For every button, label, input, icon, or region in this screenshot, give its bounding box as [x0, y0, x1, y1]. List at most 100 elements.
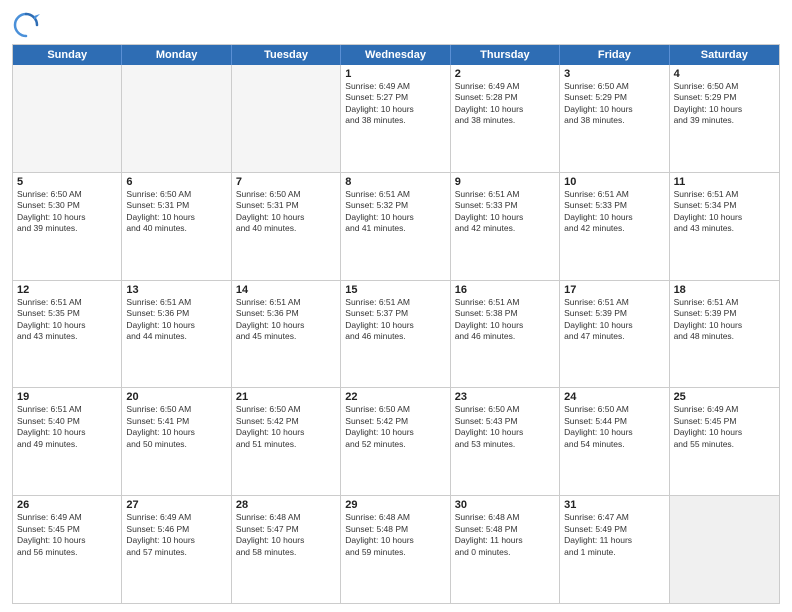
calendar-header-thursday: Thursday: [451, 45, 560, 65]
day-number: 10: [564, 176, 664, 188]
cell-content: Sunrise: 6:50 AM Sunset: 5:29 PM Dayligh…: [564, 81, 664, 127]
calendar-header-saturday: Saturday: [670, 45, 779, 65]
calendar-cell-day-8: 8Sunrise: 6:51 AM Sunset: 5:32 PM Daylig…: [341, 173, 450, 280]
calendar: SundayMondayTuesdayWednesdayThursdayFrid…: [12, 44, 780, 604]
cell-content: Sunrise: 6:51 AM Sunset: 5:33 PM Dayligh…: [564, 189, 664, 235]
cell-content: Sunrise: 6:51 AM Sunset: 5:38 PM Dayligh…: [455, 297, 555, 343]
calendar-cell-day-5: 5Sunrise: 6:50 AM Sunset: 5:30 PM Daylig…: [13, 173, 122, 280]
logo-icon: [12, 10, 40, 38]
day-number: 3: [564, 68, 664, 80]
calendar-cell-day-4: 4Sunrise: 6:50 AM Sunset: 5:29 PM Daylig…: [670, 65, 779, 172]
cell-content: Sunrise: 6:51 AM Sunset: 5:36 PM Dayligh…: [236, 297, 336, 343]
cell-content: Sunrise: 6:49 AM Sunset: 5:45 PM Dayligh…: [17, 512, 117, 558]
day-number: 26: [17, 499, 117, 511]
calendar-cell-day-26: 26Sunrise: 6:49 AM Sunset: 5:45 PM Dayli…: [13, 496, 122, 603]
day-number: 17: [564, 284, 664, 296]
day-number: 8: [345, 176, 445, 188]
calendar-cell-day-19: 19Sunrise: 6:51 AM Sunset: 5:40 PM Dayli…: [13, 388, 122, 495]
calendar-cell-day-1: 1Sunrise: 6:49 AM Sunset: 5:27 PM Daylig…: [341, 65, 450, 172]
cell-content: Sunrise: 6:51 AM Sunset: 5:39 PM Dayligh…: [564, 297, 664, 343]
calendar-cell-day-22: 22Sunrise: 6:50 AM Sunset: 5:42 PM Dayli…: [341, 388, 450, 495]
calendar-cell-day-11: 11Sunrise: 6:51 AM Sunset: 5:34 PM Dayli…: [670, 173, 779, 280]
cell-content: Sunrise: 6:51 AM Sunset: 5:32 PM Dayligh…: [345, 189, 445, 235]
day-number: 2: [455, 68, 555, 80]
calendar-header: SundayMondayTuesdayWednesdayThursdayFrid…: [13, 45, 779, 65]
day-number: 20: [126, 391, 226, 403]
day-number: 27: [126, 499, 226, 511]
cell-content: Sunrise: 6:50 AM Sunset: 5:43 PM Dayligh…: [455, 404, 555, 450]
calendar-cell-empty: [232, 65, 341, 172]
calendar-body: 1Sunrise: 6:49 AM Sunset: 5:27 PM Daylig…: [13, 65, 779, 603]
cell-content: Sunrise: 6:50 AM Sunset: 5:44 PM Dayligh…: [564, 404, 664, 450]
cell-content: Sunrise: 6:51 AM Sunset: 5:40 PM Dayligh…: [17, 404, 117, 450]
cell-content: Sunrise: 6:48 AM Sunset: 5:48 PM Dayligh…: [345, 512, 445, 558]
day-number: 24: [564, 391, 664, 403]
day-number: 14: [236, 284, 336, 296]
day-number: 23: [455, 391, 555, 403]
day-number: 18: [674, 284, 775, 296]
day-number: 13: [126, 284, 226, 296]
cell-content: Sunrise: 6:51 AM Sunset: 5:34 PM Dayligh…: [674, 189, 775, 235]
calendar-cell-day-31: 31Sunrise: 6:47 AM Sunset: 5:49 PM Dayli…: [560, 496, 669, 603]
calendar-cell-day-27: 27Sunrise: 6:49 AM Sunset: 5:46 PM Dayli…: [122, 496, 231, 603]
day-number: 7: [236, 176, 336, 188]
calendar-header-monday: Monday: [122, 45, 231, 65]
cell-content: Sunrise: 6:49 AM Sunset: 5:46 PM Dayligh…: [126, 512, 226, 558]
calendar-week-0: 1Sunrise: 6:49 AM Sunset: 5:27 PM Daylig…: [13, 65, 779, 172]
calendar-cell-day-6: 6Sunrise: 6:50 AM Sunset: 5:31 PM Daylig…: [122, 173, 231, 280]
calendar-cell-day-9: 9Sunrise: 6:51 AM Sunset: 5:33 PM Daylig…: [451, 173, 560, 280]
calendar-cell-day-16: 16Sunrise: 6:51 AM Sunset: 5:38 PM Dayli…: [451, 281, 560, 388]
calendar-cell-empty: [13, 65, 122, 172]
calendar-cell-day-17: 17Sunrise: 6:51 AM Sunset: 5:39 PM Dayli…: [560, 281, 669, 388]
day-number: 28: [236, 499, 336, 511]
cell-content: Sunrise: 6:51 AM Sunset: 5:33 PM Dayligh…: [455, 189, 555, 235]
calendar-cell-day-23: 23Sunrise: 6:50 AM Sunset: 5:43 PM Dayli…: [451, 388, 560, 495]
calendar-cell-day-20: 20Sunrise: 6:50 AM Sunset: 5:41 PM Dayli…: [122, 388, 231, 495]
calendar-cell-empty: [670, 496, 779, 603]
day-number: 11: [674, 176, 775, 188]
calendar-header-tuesday: Tuesday: [232, 45, 341, 65]
day-number: 5: [17, 176, 117, 188]
day-number: 25: [674, 391, 775, 403]
cell-content: Sunrise: 6:48 AM Sunset: 5:48 PM Dayligh…: [455, 512, 555, 558]
day-number: 21: [236, 391, 336, 403]
calendar-cell-day-30: 30Sunrise: 6:48 AM Sunset: 5:48 PM Dayli…: [451, 496, 560, 603]
calendar-cell-day-29: 29Sunrise: 6:48 AM Sunset: 5:48 PM Dayli…: [341, 496, 450, 603]
calendar-cell-day-12: 12Sunrise: 6:51 AM Sunset: 5:35 PM Dayli…: [13, 281, 122, 388]
day-number: 30: [455, 499, 555, 511]
cell-content: Sunrise: 6:50 AM Sunset: 5:42 PM Dayligh…: [345, 404, 445, 450]
calendar-cell-day-7: 7Sunrise: 6:50 AM Sunset: 5:31 PM Daylig…: [232, 173, 341, 280]
page: SundayMondayTuesdayWednesdayThursdayFrid…: [0, 0, 792, 612]
cell-content: Sunrise: 6:51 AM Sunset: 5:35 PM Dayligh…: [17, 297, 117, 343]
calendar-cell-day-2: 2Sunrise: 6:49 AM Sunset: 5:28 PM Daylig…: [451, 65, 560, 172]
cell-content: Sunrise: 6:50 AM Sunset: 5:31 PM Dayligh…: [236, 189, 336, 235]
cell-content: Sunrise: 6:50 AM Sunset: 5:29 PM Dayligh…: [674, 81, 775, 127]
calendar-week-3: 19Sunrise: 6:51 AM Sunset: 5:40 PM Dayli…: [13, 387, 779, 495]
calendar-cell-day-25: 25Sunrise: 6:49 AM Sunset: 5:45 PM Dayli…: [670, 388, 779, 495]
header: [12, 10, 780, 38]
calendar-cell-day-13: 13Sunrise: 6:51 AM Sunset: 5:36 PM Dayli…: [122, 281, 231, 388]
cell-content: Sunrise: 6:49 AM Sunset: 5:28 PM Dayligh…: [455, 81, 555, 127]
day-number: 4: [674, 68, 775, 80]
calendar-week-2: 12Sunrise: 6:51 AM Sunset: 5:35 PM Dayli…: [13, 280, 779, 388]
calendar-cell-day-28: 28Sunrise: 6:48 AM Sunset: 5:47 PM Dayli…: [232, 496, 341, 603]
day-number: 31: [564, 499, 664, 511]
day-number: 15: [345, 284, 445, 296]
day-number: 6: [126, 176, 226, 188]
cell-content: Sunrise: 6:51 AM Sunset: 5:39 PM Dayligh…: [674, 297, 775, 343]
calendar-cell-day-10: 10Sunrise: 6:51 AM Sunset: 5:33 PM Dayli…: [560, 173, 669, 280]
calendar-cell-day-21: 21Sunrise: 6:50 AM Sunset: 5:42 PM Dayli…: [232, 388, 341, 495]
calendar-week-4: 26Sunrise: 6:49 AM Sunset: 5:45 PM Dayli…: [13, 495, 779, 603]
logo: [12, 10, 44, 38]
day-number: 9: [455, 176, 555, 188]
calendar-cell-day-18: 18Sunrise: 6:51 AM Sunset: 5:39 PM Dayli…: [670, 281, 779, 388]
cell-content: Sunrise: 6:47 AM Sunset: 5:49 PM Dayligh…: [564, 512, 664, 558]
calendar-header-wednesday: Wednesday: [341, 45, 450, 65]
cell-content: Sunrise: 6:51 AM Sunset: 5:37 PM Dayligh…: [345, 297, 445, 343]
calendar-cell-empty: [122, 65, 231, 172]
calendar-cell-day-3: 3Sunrise: 6:50 AM Sunset: 5:29 PM Daylig…: [560, 65, 669, 172]
day-number: 19: [17, 391, 117, 403]
calendar-cell-day-24: 24Sunrise: 6:50 AM Sunset: 5:44 PM Dayli…: [560, 388, 669, 495]
day-number: 22: [345, 391, 445, 403]
cell-content: Sunrise: 6:49 AM Sunset: 5:45 PM Dayligh…: [674, 404, 775, 450]
